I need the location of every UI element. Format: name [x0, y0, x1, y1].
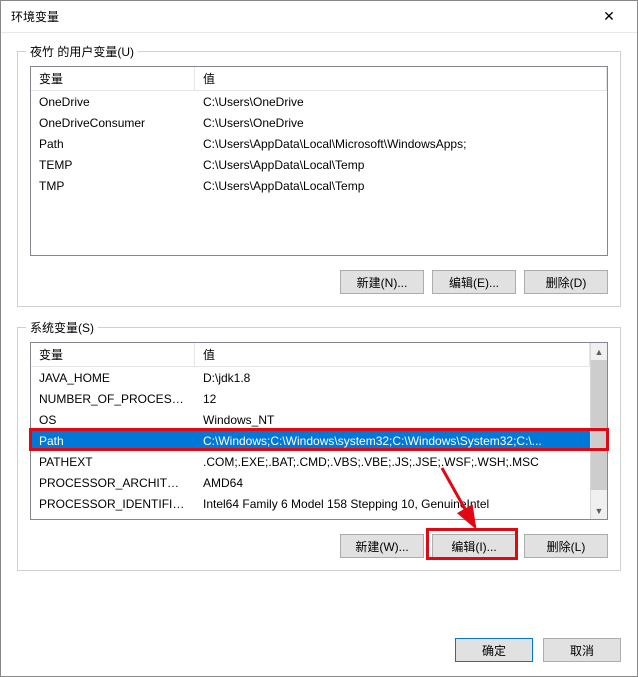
val-cell: C:\Users\AppData\Local\Microsoft\Windows…	[195, 137, 607, 151]
var-cell: JAVA_HOME	[31, 371, 195, 385]
table-row[interactable]: OSWindows_NT	[31, 409, 590, 430]
table-row[interactable]: PathC:\Users\AppData\Local\Microsoft\Win…	[31, 133, 607, 154]
val-cell: C:\Windows;C:\Windows\system32;C:\Window…	[195, 434, 590, 448]
titlebar: 环境变量 ✕	[1, 1, 637, 33]
scroll-thumb[interactable]	[591, 360, 607, 490]
cancel-button[interactable]: 取消	[543, 638, 621, 662]
var-cell: PATHEXT	[31, 455, 195, 469]
col-val-header[interactable]: 值	[195, 67, 607, 90]
table-row[interactable]: JAVA_HOMED:\jdk1.8	[31, 367, 590, 388]
scroll-up-icon[interactable]: ▲	[591, 343, 607, 360]
var-cell: PROCESSOR_IDENTIFIER	[31, 497, 195, 511]
var-cell: TEMP	[31, 158, 195, 172]
val-cell: .COM;.EXE;.BAT;.CMD;.VBS;.VBE;.JS;.JSE;.…	[195, 455, 590, 469]
var-cell: OneDrive	[31, 95, 195, 109]
var-cell: NUMBER_OF_PROCESSORS	[31, 392, 195, 406]
user-vars-legend: 夜竹 的用户变量(U)	[26, 43, 138, 60]
col-var-header[interactable]: 变量	[31, 67, 195, 90]
table-row[interactable]: PATHEXT.COM;.EXE;.BAT;.CMD;.VBS;.VBE;.JS…	[31, 451, 590, 472]
var-cell: Path	[31, 137, 195, 151]
table-row[interactable]: NUMBER_OF_PROCESSORS12	[31, 388, 590, 409]
val-cell: D:\jdk1.8	[195, 371, 590, 385]
sys-buttons: 新建(W)... 编辑(I)... 删除(L)	[30, 534, 608, 558]
close-button[interactable]: ✕	[589, 3, 629, 31]
user-new-button[interactable]: 新建(N)...	[340, 270, 424, 294]
sys-delete-button[interactable]: 删除(L)	[524, 534, 608, 558]
scrollbar[interactable]: ▲ ▼	[590, 343, 607, 519]
sys-vars-legend: 系统变量(S)	[26, 319, 98, 336]
ok-button[interactable]: 确定	[455, 638, 533, 662]
var-cell: OneDriveConsumer	[31, 116, 195, 130]
val-cell: C:\Users\AppData\Local\Temp	[195, 158, 607, 172]
val-cell: AMD64	[195, 476, 590, 490]
val-cell: C:\Users\OneDrive	[195, 95, 607, 109]
sys-vars-list[interactable]: 变量 值 JAVA_HOMED:\jdk1.8NUMBER_OF_PROCESS…	[30, 342, 608, 520]
var-cell: PROCESSOR_ARCHITECTURE	[31, 476, 195, 490]
val-cell: C:\Users\OneDrive	[195, 116, 607, 130]
sys-edit-button[interactable]: 编辑(I)...	[432, 534, 516, 558]
var-cell: OS	[31, 413, 195, 427]
table-row[interactable]: PROCESSOR_IDENTIFIERIntel64 Family 6 Mod…	[31, 493, 590, 514]
val-cell: 12	[195, 392, 590, 406]
dialog-footer: 确定 取消	[1, 630, 637, 676]
list-header: 变量 值	[31, 343, 590, 367]
user-vars-list[interactable]: 变量 值 OneDriveC:\Users\OneDriveOneDriveCo…	[30, 66, 608, 256]
scroll-down-icon[interactable]: ▼	[591, 502, 607, 519]
user-delete-button[interactable]: 删除(D)	[524, 270, 608, 294]
var-cell: TMP	[31, 179, 195, 193]
list-header: 变量 值	[31, 67, 607, 91]
table-row[interactable]: OneDriveConsumerC:\Users\OneDrive	[31, 112, 607, 133]
sys-new-button[interactable]: 新建(W)...	[340, 534, 424, 558]
user-buttons: 新建(N)... 编辑(E)... 删除(D)	[30, 270, 608, 294]
sys-vars-group: 系统变量(S) 变量 值 JAVA_HOMED:\jdk1.8NUMBER_OF…	[17, 327, 621, 571]
table-row[interactable]: TMPC:\Users\AppData\Local\Temp	[31, 175, 607, 196]
table-row[interactable]: PathC:\Windows;C:\Windows\system32;C:\Wi…	[31, 430, 590, 451]
user-vars-group: 夜竹 的用户变量(U) 变量 值 OneDriveC:\Users\OneDri…	[17, 51, 621, 307]
close-icon: ✕	[603, 8, 615, 25]
user-edit-button[interactable]: 编辑(E)...	[432, 270, 516, 294]
table-row[interactable]: TEMPC:\Users\AppData\Local\Temp	[31, 154, 607, 175]
table-row[interactable]: PROCESSOR_ARCHITECTUREAMD64	[31, 472, 590, 493]
val-cell: Intel64 Family 6 Model 158 Stepping 10, …	[195, 497, 590, 511]
val-cell: C:\Users\AppData\Local\Temp	[195, 179, 607, 193]
col-val-header[interactable]: 值	[195, 343, 590, 366]
table-row[interactable]: OneDriveC:\Users\OneDrive	[31, 91, 607, 112]
var-cell: Path	[31, 434, 195, 448]
col-var-header[interactable]: 变量	[31, 343, 195, 366]
env-vars-dialog: 环境变量 ✕ 夜竹 的用户变量(U) 变量 值 OneDriveC:\Users…	[0, 0, 638, 677]
dialog-content: 夜竹 的用户变量(U) 变量 值 OneDriveC:\Users\OneDri…	[1, 33, 637, 630]
dialog-title: 环境变量	[11, 8, 59, 25]
val-cell: Windows_NT	[195, 413, 590, 427]
